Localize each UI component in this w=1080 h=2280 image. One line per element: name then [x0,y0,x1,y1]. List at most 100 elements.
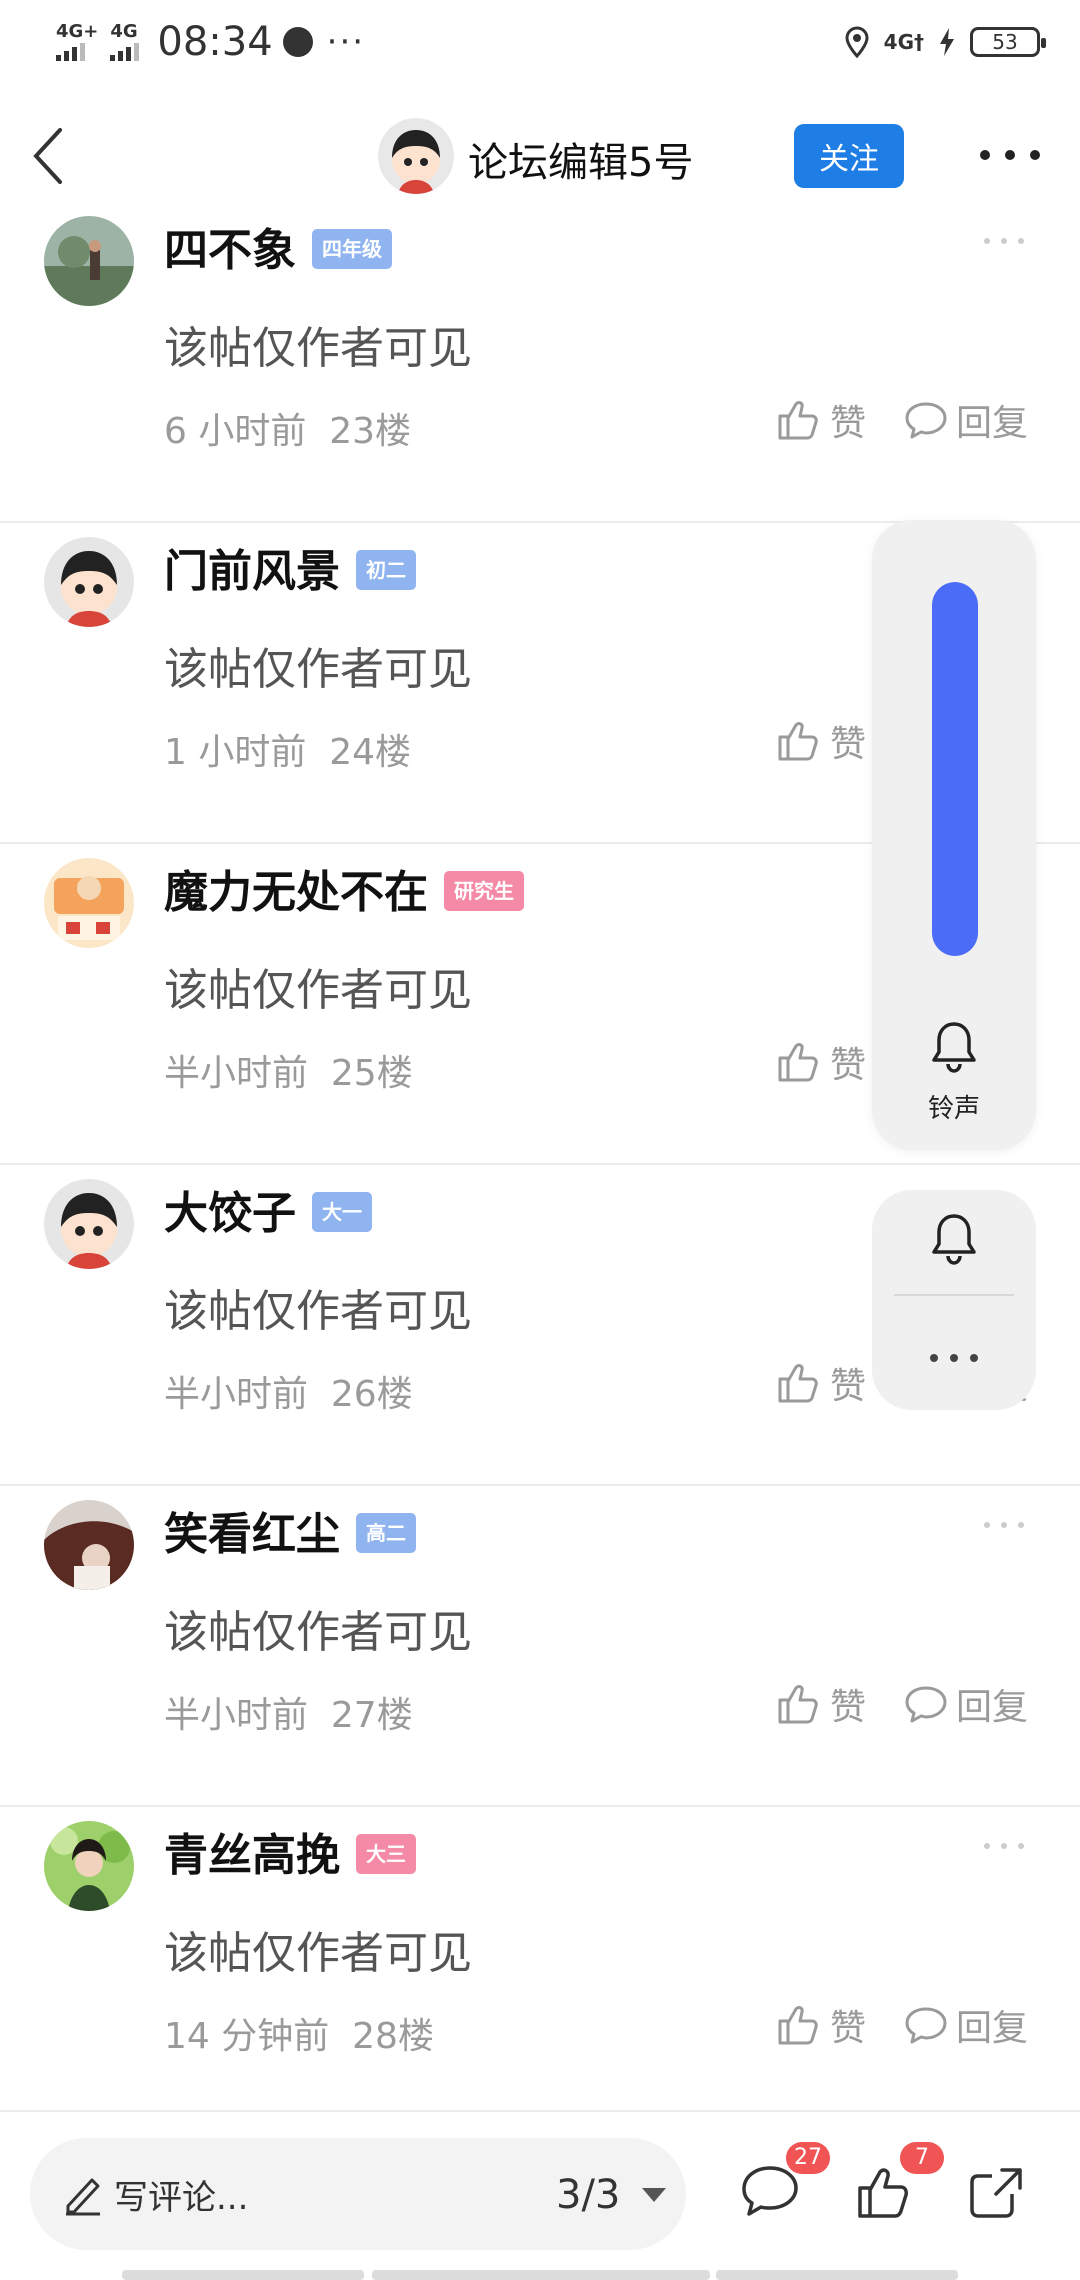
comment-meta: 1 小时前 24楼 [164,723,411,775]
comment-input[interactable]: 写评论... 3/3 [30,2138,686,2250]
user-name[interactable]: 青丝高挽 [164,1830,340,1881]
comment-body: 该帖仅作者可见 [164,323,472,374]
user-name[interactable]: 四不象 [164,225,296,276]
user-name[interactable]: 笑看红尘 [164,1509,340,1560]
user-avatar[interactable] [44,1821,134,1911]
comment-time: 半小时前 [164,1053,309,1094]
comment-more-icon[interactable] [984,1843,1024,1853]
comment-time: 6 小时前 [164,411,307,452]
tab-indicator [122,2270,364,2280]
user-level-badge: 大一 [312,1192,372,1232]
bottom-bar: 写评论... 3/3 27 7 [0,2110,1080,2280]
like-button[interactable]: 赞 [776,715,866,767]
reply-bubble-icon [905,1686,947,1723]
sound-mode-panel [872,1190,1036,1410]
comment-placeholder: 写评论... [114,2178,249,2218]
comment-meta: 半小时前 27楼 [164,1686,413,1738]
comment-count-badge: 27 [786,2142,830,2174]
status-time: 08:34 [157,19,273,65]
user-avatar[interactable] [44,1500,134,1590]
app-notification-icon [282,27,313,57]
comment-meta: 半小时前 26楼 [164,1365,413,1417]
status-more: ··· [326,22,366,62]
user-name[interactable]: 魔力无处不在 [164,867,428,918]
page-title: 论坛编辑5号 [468,140,694,186]
author-avatar[interactable] [378,118,454,194]
sim1-network-label: 4G+ [56,21,99,42]
thumbs-up-icon [778,2006,818,2045]
like-button[interactable]: 赞 [776,1999,866,2051]
status-bar: 4G+ 4G 08:34 ··· 4G† 53 [0,0,1080,84]
comment-more-icon[interactable] [984,1522,1024,1532]
battery-icon: 53 [970,27,1046,57]
like-button[interactable]: 赞 [776,1357,866,1409]
bell-icon[interactable] [930,1020,978,1074]
user-name[interactable]: 门前风景 [164,546,340,597]
more-icon[interactable] [930,1354,978,1362]
thread-header: 论坛编辑5号 关注 [0,110,1080,202]
user-avatar[interactable] [44,216,134,306]
page-indicator[interactable]: 3/3 [556,2172,620,2218]
volume-panel: 铃声 [872,520,1036,1150]
comment-icon[interactable] [740,2164,800,2220]
comment-floor: 25楼 [330,1053,413,1094]
thumbs-up-icon[interactable] [854,2164,914,2220]
comment-time: 1 小时前 [164,732,307,773]
back-arrow-icon[interactable] [24,124,84,188]
reply-bubble-icon [905,2007,947,2044]
thumbs-up-icon [778,401,818,440]
user-level-badge: 研究生 [444,871,524,911]
chevron-down-icon[interactable] [642,2188,666,2202]
user-avatar[interactable] [44,858,134,948]
share-icon[interactable] [966,2164,1026,2220]
volume-slider-fill [932,582,978,956]
comment-body: 该帖仅作者可见 [164,1928,472,1979]
volume-slider[interactable] [932,582,978,956]
more-icon[interactable] [980,140,1040,170]
comment-more-icon[interactable] [984,238,1024,248]
comment-time: 半小时前 [164,1374,309,1415]
follow-button[interactable]: 关注 [794,124,904,188]
comment-body: 该帖仅作者可见 [164,1286,472,1337]
bell-icon[interactable] [930,1212,978,1266]
like-button[interactable]: 赞 [776,1678,866,1730]
user-avatar[interactable] [44,537,134,627]
signal-sim2-icon: 4G [110,21,140,61]
comment-floor: 27楼 [330,1695,413,1736]
user-level-badge: 高二 [356,1513,416,1553]
like-button[interactable]: 赞 [776,1036,866,1088]
comment-item: 青丝高挽 大三 该帖仅作者可见 14 分钟前 28楼 赞 回复 [0,1807,1080,2128]
like-label: 赞 [830,1045,867,1086]
sim2-network-label: 4G [110,21,138,42]
comment-body: 该帖仅作者可见 [164,965,472,1016]
ringtone-label: 铃声 [927,1094,980,1124]
comment-meta: 14 分钟前 28楼 [164,2007,434,2059]
user-name[interactable]: 大饺子 [164,1188,296,1239]
charging-icon [940,28,954,56]
like-button[interactable]: 赞 [776,394,866,446]
reply-label: 回复 [956,403,1029,444]
comment-item: 四不象 四年级 该帖仅作者可见 6 小时前 23楼 赞 回复 [0,202,1080,523]
thumbs-up-icon [778,1685,818,1724]
comment-meta: 6 小时前 23楼 [164,402,411,454]
comment-item: 笑看红尘 高二 该帖仅作者可见 半小时前 27楼 赞 回复 [0,1486,1080,1807]
thumbs-up-icon [778,1043,818,1082]
mobile-data-indicator: 4G† [883,30,924,54]
location-icon [845,26,869,58]
like-label: 赞 [830,1366,867,1407]
user-avatar[interactable] [44,1179,134,1269]
reply-button[interactable]: 回复 [904,1999,1028,2051]
comment-body: 该帖仅作者可见 [164,644,472,695]
user-level-badge: 四年级 [312,229,392,269]
reply-label: 回复 [956,2008,1029,2049]
reply-button[interactable]: 回复 [904,1678,1028,1730]
reply-label: 回复 [956,1687,1029,1728]
pencil-icon [66,2178,100,2216]
like-count-badge: 7 [900,2142,944,2174]
comment-body: 该帖仅作者可见 [164,1607,472,1658]
reply-button[interactable]: 回复 [904,394,1028,446]
like-label: 赞 [830,1687,867,1728]
thumbs-up-icon [778,1364,818,1403]
divider [894,1294,1014,1296]
like-label: 赞 [830,403,867,444]
